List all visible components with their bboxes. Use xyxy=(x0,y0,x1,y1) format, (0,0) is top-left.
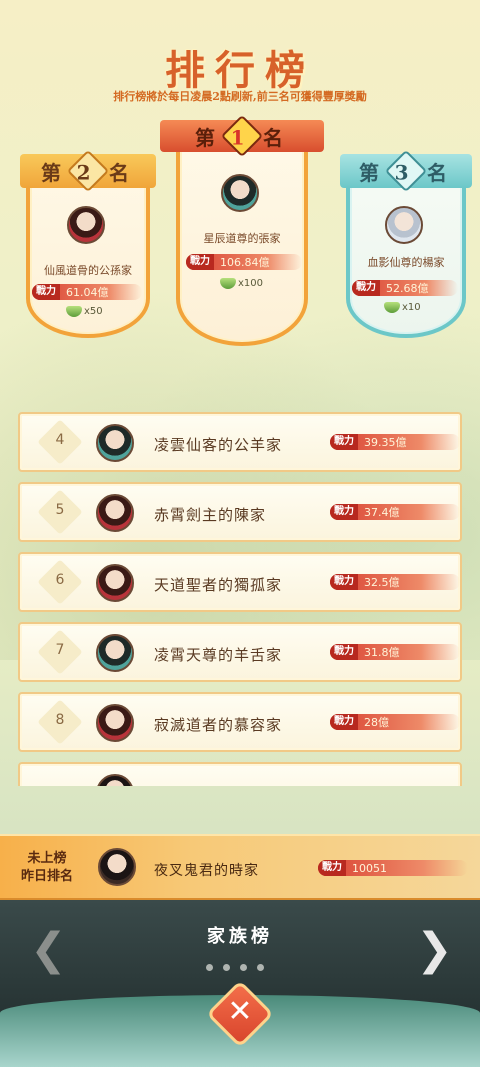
power-label: 戰力 xyxy=(330,504,358,520)
reward-amount: x50 xyxy=(84,306,103,317)
rank-banner: 第 1 名 xyxy=(160,114,324,158)
player-name: 血影仙尊的楊家 xyxy=(367,256,445,269)
power-bar: 戰力 61.04億 xyxy=(32,284,142,300)
reward: x100 xyxy=(220,278,263,289)
power-label: 戰力 xyxy=(32,284,60,300)
player-name: 寂滅道者的慕容家 xyxy=(154,716,283,734)
list-item[interactable]: 8 寂滅道者的慕容家 戰力 28億 xyxy=(18,692,462,752)
rank-suffix: 名 xyxy=(263,125,289,150)
player-name: 仙風道骨的公孫家 xyxy=(44,264,132,277)
power-bar: 戰力 10051 xyxy=(318,860,468,876)
player-name: 凌雲仙客的公羊家 xyxy=(154,436,283,454)
reward-amount: x100 xyxy=(238,278,264,289)
podium-rank-3[interactable]: 第 3 名 血影仙尊的楊家 戰力 52.68億 x10 xyxy=(340,149,472,338)
rank-banner: 第 2 名 xyxy=(20,149,156,193)
list-item-partial[interactable] xyxy=(18,762,462,786)
ranking-list[interactable]: 4 凌雲仙客的公羊家 戰力 39.35億 5 赤霄劍主的陳家 戰力 37.4億 … xyxy=(18,412,462,786)
gold-ingot-icon xyxy=(66,306,82,317)
page-dot[interactable] xyxy=(206,964,213,971)
avatar[interactable] xyxy=(96,704,134,742)
power-bar: 戰力 31.8億 xyxy=(330,644,460,660)
player-name: 赤霄劍主的陳家 xyxy=(154,506,267,524)
power-value: 32.5億 xyxy=(364,576,400,589)
rank-number: 5 xyxy=(55,502,65,518)
prev-arrow-icon[interactable]: ❮ xyxy=(30,928,67,972)
yesterday-rank-label: 未上榜 昨日排名 xyxy=(12,850,82,886)
player-name: 凌霄天尊的羊舌家 xyxy=(154,646,283,664)
gold-ingot-icon xyxy=(384,302,400,313)
rank-number: 3 xyxy=(394,160,415,185)
power-label: 戰力 xyxy=(330,714,358,730)
power-value: 31.8億 xyxy=(364,646,400,659)
rank-number: 7 xyxy=(55,642,65,658)
avatar[interactable] xyxy=(96,634,134,672)
rank-number: 8 xyxy=(55,712,65,728)
rank-suffix: 名 xyxy=(109,160,135,185)
close-icon[interactable]: ✕ xyxy=(216,994,264,1029)
power-bar: 戰力 52.68億 xyxy=(352,280,458,296)
rank-number: 6 xyxy=(55,572,65,588)
rank-prefix: 第 xyxy=(41,160,67,185)
power-bar: 戰力 37.4億 xyxy=(330,504,460,520)
power-value: 52.68億 xyxy=(386,282,429,295)
power-value: 10051 xyxy=(352,861,387,875)
reward-amount: x10 xyxy=(402,302,421,313)
refresh-notice: 排行榜將於每日凌晨2點刷新,前三名可獲得豐厚獎勵 xyxy=(113,90,367,103)
power-value: 37.4億 xyxy=(364,506,400,519)
page-indicator xyxy=(206,964,264,971)
rank-number: 2 xyxy=(76,160,97,185)
power-value: 106.84億 xyxy=(220,256,270,269)
player-name: 天道聖者的獨孤家 xyxy=(154,576,283,594)
gold-ingot-icon xyxy=(220,278,236,289)
power-value: 39.35億 xyxy=(364,436,407,449)
player-name: 星辰道尊的張家 xyxy=(203,232,281,245)
power-label: 戰力 xyxy=(352,280,380,296)
list-item[interactable]: 6 天道聖者的獨孤家 戰力 32.5億 xyxy=(18,552,462,612)
power-label: 戰力 xyxy=(330,574,358,590)
power-label: 戰力 xyxy=(318,860,346,876)
avatar[interactable] xyxy=(221,174,259,212)
avatar[interactable] xyxy=(96,424,134,462)
avatar[interactable] xyxy=(98,848,136,886)
rank-number-badge: 2 xyxy=(66,149,110,193)
page-dot[interactable] xyxy=(257,964,264,971)
page-dot[interactable] xyxy=(240,964,247,971)
list-item[interactable]: 7 凌霄天尊的羊舌家 戰力 31.8億 xyxy=(18,622,462,682)
rank-prefix: 第 xyxy=(359,160,385,185)
page-dot[interactable] xyxy=(223,964,230,971)
avatar[interactable] xyxy=(96,564,134,602)
list-item[interactable]: 4 凌雲仙客的公羊家 戰力 39.35億 xyxy=(18,412,462,472)
rank-number-badge: 3 xyxy=(384,149,428,193)
power-bar: 戰力 28億 xyxy=(330,714,460,730)
power-label: 戰力 xyxy=(330,644,358,660)
list-item[interactable]: 5 赤霄劍主的陳家 戰力 37.4億 xyxy=(18,482,462,542)
reward: x10 xyxy=(384,302,421,313)
unranked-text: 未上榜 xyxy=(27,851,67,866)
reward: x50 xyxy=(66,306,103,317)
power-bar: 戰力 32.5億 xyxy=(330,574,460,590)
avatar[interactable] xyxy=(96,494,134,532)
power-value: 28億 xyxy=(364,716,389,729)
power-label: 戰力 xyxy=(330,434,358,450)
next-arrow-icon[interactable]: ❯ xyxy=(416,928,453,972)
rank-suffix: 名 xyxy=(427,160,453,185)
yesterday-rank-text: 昨日排名 xyxy=(20,869,73,884)
avatar[interactable] xyxy=(67,206,105,244)
avatar[interactable] xyxy=(96,774,134,786)
power-bar: 戰力 106.84億 xyxy=(186,254,302,270)
power-value: 61.04億 xyxy=(66,286,109,299)
tab-title: 家族榜 xyxy=(207,926,273,947)
podium-rank-1[interactable]: 第 1 名 星辰道尊的張家 戰力 106.84億 x100 xyxy=(160,114,324,346)
rank-prefix: 第 xyxy=(195,125,221,150)
power-bar: 戰力 39.35億 xyxy=(330,434,460,450)
player-name: 夜叉鬼君的時家 xyxy=(154,863,259,879)
power-label: 戰力 xyxy=(186,254,214,270)
avatar[interactable] xyxy=(385,206,423,244)
rank-number: 1 xyxy=(230,125,251,150)
rank-number-badge: 1 xyxy=(220,114,264,158)
podium-rank-2[interactable]: 第 2 名 仙風道骨的公孫家 戰力 61.04億 x50 xyxy=(20,149,156,338)
rank-banner: 第 3 名 xyxy=(340,149,472,193)
rank-number: 4 xyxy=(55,432,65,448)
my-family-ranking[interactable]: 未上榜 昨日排名 夜叉鬼君的時家 戰力 10051 xyxy=(0,834,480,900)
